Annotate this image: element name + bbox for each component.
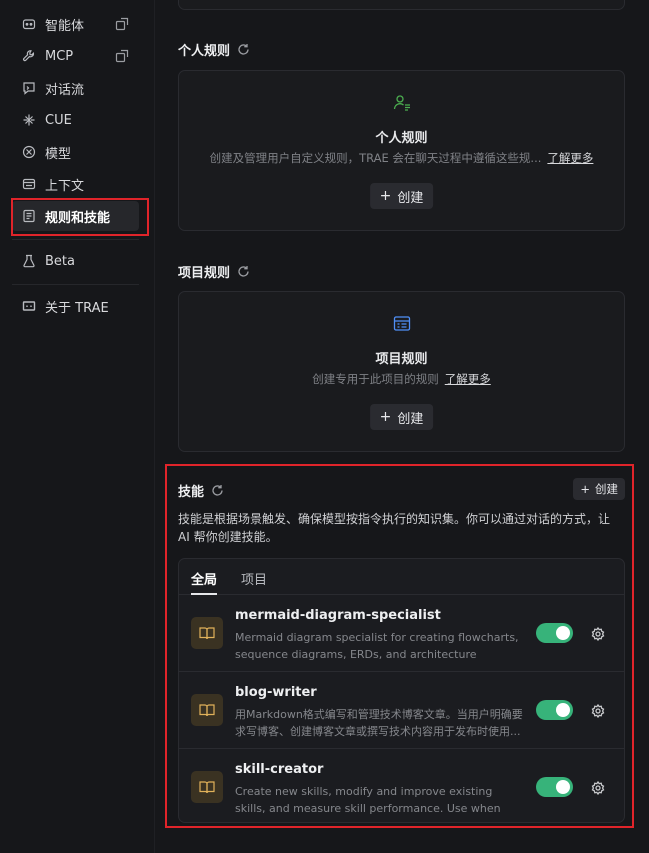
skill-name: mermaid-diagram-specialist — [235, 608, 441, 623]
sidebar-divider — [12, 239, 139, 240]
sidebar-item-label: MCP — [45, 48, 74, 64]
toggle-knob — [556, 703, 570, 717]
sidebar-item-rules-skills[interactable]: 规则和技能 — [12, 201, 139, 231]
skill-name: blog-writer — [235, 685, 317, 700]
previous-card-bottom — [178, 0, 625, 10]
skill-book-icon — [191, 617, 223, 649]
sidebar-item-label: 关于 TRAE — [45, 300, 109, 316]
tab-project[interactable]: 项目 — [241, 569, 267, 588]
toggle-knob — [556, 626, 570, 640]
sidebar-item-label: CUE — [45, 112, 72, 128]
skill-enable-toggle[interactable] — [536, 777, 573, 797]
skills-description: 技能是根据场景触发、确保模型按指令执行的知识集。你可以通过对话的方式，让 AI … — [178, 512, 611, 544]
sidebar-item-context[interactable]: 上下文 — [12, 169, 139, 199]
card-title: 项目规则 — [375, 352, 428, 367]
rules-icon — [22, 209, 36, 223]
gear-icon[interactable] — [591, 626, 605, 642]
create-project-rule-button[interactable]: + 创建 — [369, 404, 434, 430]
skills-header: 技能 + 创建 — [178, 478, 625, 500]
refresh-icon[interactable] — [237, 265, 250, 278]
sidebar-item-about[interactable]: 关于 TRAE — [12, 291, 139, 321]
skills-heading: 技能 — [178, 481, 224, 500]
skill-row[interactable]: blog-writer 用Markdown格式编写和管理技术博客文章。当用户明确… — [179, 672, 624, 749]
sidebar-item-mcp[interactable]: MCP — [12, 41, 139, 71]
cue-icon — [22, 113, 36, 127]
sidebar-item-label: 智能体 — [45, 18, 85, 34]
sidebar-item-cue[interactable]: CUE — [12, 105, 139, 135]
skill-row[interactable]: skill-creator Create new skills, modify … — [179, 749, 624, 822]
plus-icon: + — [580, 482, 590, 496]
skill-name: skill-creator — [235, 762, 324, 777]
rules-skills-page: 个人规则 个人规则 创建及管理用户自定义规则，TRAE 会在聊天过程中遵循这些规… — [155, 0, 649, 853]
project-rule-icon — [393, 315, 411, 333]
toggle-knob — [556, 780, 570, 794]
learn-more-link[interactable]: 了解更多 — [547, 151, 593, 165]
open-external-icon[interactable] — [115, 17, 129, 31]
card-description: 创建专用于此项目的规则 了解更多 — [312, 372, 491, 386]
skill-description: Create new skills, modify and improve ex… — [235, 785, 501, 815]
context-icon — [22, 177, 36, 191]
skill-book-icon — [191, 771, 223, 803]
plus-icon: + — [379, 188, 392, 204]
skill-book-icon — [191, 694, 223, 726]
create-personal-rule-button[interactable]: + 创建 — [369, 183, 434, 209]
skill-description: Mermaid diagram specialist for creating … — [235, 631, 519, 661]
skills-list-panel: 全局 项目 mermaid-diagram-specialist Mermaid… — [178, 558, 625, 823]
agent-icon — [22, 17, 36, 31]
skill-description: 用Markdown格式编写和管理技术博客文章。当用户明确要求写博客、创建博客文章… — [235, 708, 523, 738]
gear-icon[interactable] — [591, 703, 605, 719]
sidebar-item-chat-flow[interactable]: 对话流 — [12, 73, 139, 103]
chat-flow-icon — [22, 81, 36, 95]
sidebar-divider — [12, 284, 139, 285]
tab-global[interactable]: 全局 — [191, 569, 217, 588]
trae-logo-icon — [22, 299, 36, 313]
create-skill-button[interactable]: + 创建 — [573, 478, 625, 500]
plus-icon: + — [379, 409, 392, 425]
sidebar-item-label: 上下文 — [45, 178, 85, 194]
skill-enable-toggle[interactable] — [536, 623, 573, 643]
learn-more-link[interactable]: 了解更多 — [445, 372, 491, 386]
personal-rules-heading: 个人规则 — [178, 40, 250, 59]
refresh-icon[interactable] — [211, 484, 224, 497]
sidebar-item-beta[interactable]: Beta — [12, 246, 139, 276]
card-description: 创建及管理用户自定义规则，TRAE 会在聊天过程中遵循这些规... 了解更多 — [209, 151, 594, 165]
personal-rules-card: 个人规则 创建及管理用户自定义规则，TRAE 会在聊天过程中遵循这些规... 了解… — [178, 70, 625, 231]
sidebar-item-label: 规则和技能 — [45, 210, 111, 226]
flask-icon — [22, 254, 36, 268]
user-rule-icon — [393, 94, 411, 112]
refresh-icon[interactable] — [237, 43, 250, 56]
card-title: 个人规则 — [375, 131, 428, 146]
project-rules-card: 项目规则 创建专用于此项目的规则 了解更多 + 创建 — [178, 291, 625, 452]
sidebar-item-label: 模型 — [45, 146, 72, 162]
sidebar-item-agents[interactable]: 智能体 — [12, 9, 139, 39]
wrench-icon — [22, 49, 36, 63]
settings-sidebar: 智能体 MCP 对话流 CUE 模型 上下文 规则和技能 Beta 关于 TRA… — [0, 0, 155, 853]
project-rules-heading: 项目规则 — [178, 262, 250, 281]
skill-enable-toggle[interactable] — [536, 700, 573, 720]
sidebar-item-model[interactable]: 模型 — [12, 137, 139, 167]
skill-row[interactable]: mermaid-diagram-specialist Mermaid diagr… — [179, 595, 624, 672]
sidebar-item-label: 对话流 — [45, 82, 85, 98]
skills-tabs: 全局 项目 — [179, 559, 624, 595]
gear-icon[interactable] — [591, 780, 605, 796]
model-icon — [22, 145, 36, 159]
open-external-icon[interactable] — [115, 49, 129, 63]
sidebar-item-label: Beta — [45, 253, 75, 269]
